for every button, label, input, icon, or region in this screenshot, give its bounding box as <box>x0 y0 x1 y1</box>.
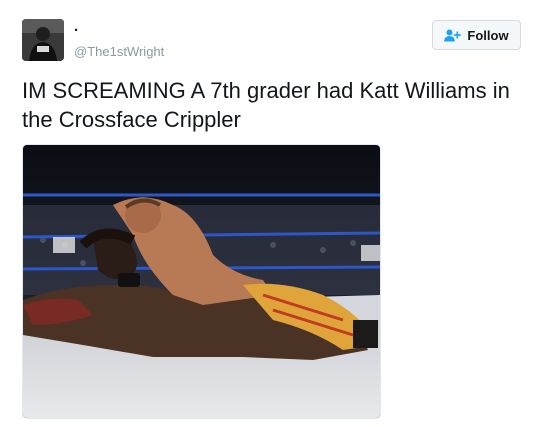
user-avatar[interactable] <box>22 19 64 61</box>
tweet-text: IM SCREAMING A 7th grader had Katt Willi… <box>22 78 510 132</box>
wrestling-photo <box>23 145 380 418</box>
follow-button[interactable]: Follow <box>432 20 521 50</box>
display-name[interactable]: . <box>74 18 78 35</box>
add-user-icon <box>444 29 462 42</box>
tweet-media-photo[interactable] <box>22 144 381 419</box>
screen-name[interactable]: @The1stWright <box>74 44 164 59</box>
follow-label: Follow <box>467 27 509 43</box>
tweet-card: . @The1stWright Follow IM SCREAMING A 7t… <box>0 0 547 427</box>
